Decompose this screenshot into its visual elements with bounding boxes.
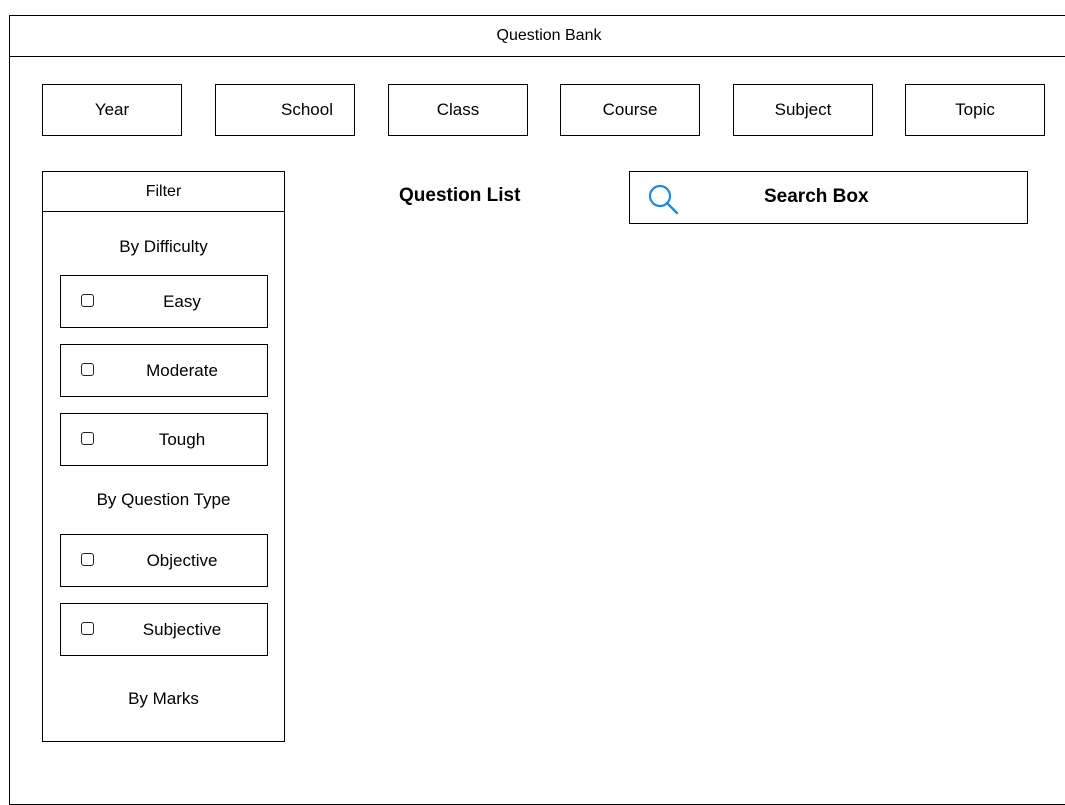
tough-checkbox[interactable] <box>81 432 94 445</box>
tough-option-label: Tough <box>158 429 206 449</box>
tough-option[interactable]: Tough <box>60 413 268 466</box>
moderate-option[interactable]: Moderate <box>60 344 268 397</box>
question-list-title: Question List <box>399 185 521 206</box>
year-button[interactable]: Year <box>42 84 182 136</box>
window-title-bar: Question Bank <box>9 15 1065 57</box>
filter-header: Filter <box>43 172 284 212</box>
filter-panel: Filter By Difficulty Easy Moderate Tough… <box>42 171 285 742</box>
page-title: Question Bank <box>496 27 602 44</box>
class-button-label: Class <box>436 100 480 119</box>
easy-option[interactable]: Easy <box>60 275 268 328</box>
by-marks-heading[interactable]: By Marks <box>43 689 284 709</box>
subject-button[interactable]: Subject <box>733 84 873 136</box>
course-button[interactable]: Course <box>560 84 700 136</box>
school-button[interactable]: School <box>215 84 355 136</box>
moderate-option-label: Moderate <box>146 360 218 380</box>
class-button[interactable]: Class <box>388 84 528 136</box>
filter-title: Filter <box>145 182 182 200</box>
objective-option[interactable]: Objective <box>60 534 268 587</box>
subject-button-label: Subject <box>774 100 832 119</box>
objective-checkbox[interactable] <box>81 553 94 566</box>
easy-checkbox[interactable] <box>81 294 94 307</box>
subjective-option-label: Subjective <box>142 619 222 639</box>
subjective-option[interactable]: Subjective <box>60 603 268 656</box>
search-input[interactable]: Search Box <box>629 171 1028 224</box>
search-icon[interactable] <box>646 182 680 216</box>
subjective-checkbox[interactable] <box>81 622 94 635</box>
topic-button-label: Topic <box>955 100 995 119</box>
easy-option-label: Easy <box>163 291 201 311</box>
moderate-checkbox[interactable] <box>81 363 94 376</box>
by-difficulty-heading: By Difficulty <box>119 237 208 256</box>
school-button-label: School <box>281 100 333 119</box>
by-question-type-heading: By Question Type <box>96 490 231 509</box>
year-button-label: Year <box>94 100 130 119</box>
search-box-label: Search Box <box>764 186 869 207</box>
course-button-label: Course <box>602 100 658 119</box>
objective-option-label: Objective <box>146 550 218 570</box>
topic-button[interactable]: Topic <box>905 84 1045 136</box>
